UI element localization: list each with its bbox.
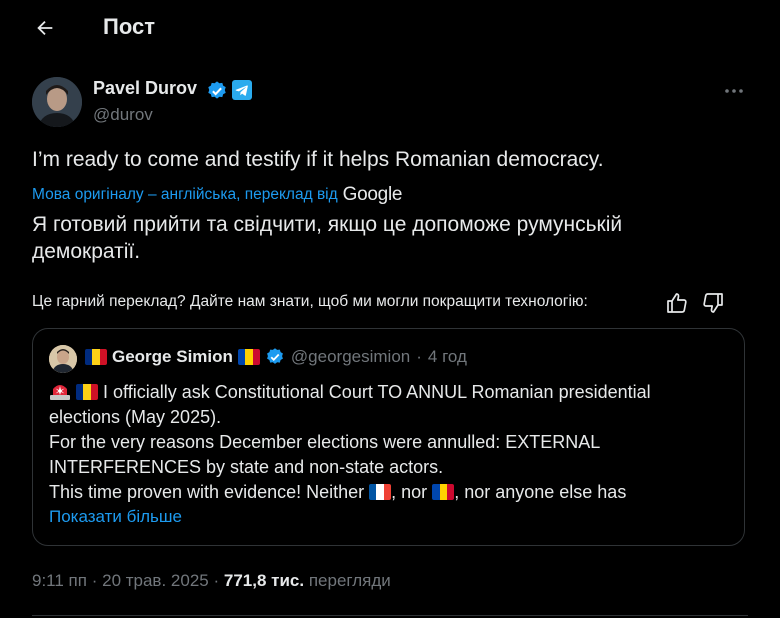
separator: · — [91, 571, 98, 590]
thumb-down-icon[interactable] — [701, 291, 725, 315]
telegram-icon[interactable] — [232, 80, 252, 100]
moldova-flag-icon — [237, 349, 260, 365]
more-button[interactable] — [720, 81, 748, 101]
page-title: Пост — [103, 14, 155, 39]
top-bar: Пост — [0, 0, 780, 56]
quote-line: INTERFERENCES by state and non-state act… — [49, 457, 444, 477]
quote-author-handle[interactable]: @georgesimion — [291, 347, 410, 367]
thumb-up-icon[interactable] — [665, 291, 689, 315]
post-date[interactable]: 20 трав. 2025 — [102, 571, 209, 590]
quote-author-name[interactable]: George Simion — [112, 347, 233, 367]
translation-note[interactable]: Мова оригіналу – англійська, переклад ві… — [32, 184, 402, 206]
quoted-post[interactable]: George Simion @georgesimion · 4 год I of… — [32, 328, 745, 546]
post-time[interactable]: 9:11 пп — [32, 571, 87, 590]
post-meta: 9:11 пп · 20 трав. 2025 · 771,8 тис. пер… — [32, 571, 391, 591]
quote-line: I officially ask Constitutional Court TO… — [49, 380, 729, 405]
quote-line: elections (May 2025). — [49, 407, 222, 427]
romania-flag-icon — [76, 384, 98, 400]
quote-line-text: This time proven with evidence! Neither — [49, 482, 365, 502]
quote-line: This time proven with evidence! Neither … — [49, 480, 729, 505]
romania-flag-icon — [85, 349, 107, 365]
moldova-flag-icon — [432, 484, 455, 500]
tweet-author: Pavel Durov @durov — [32, 77, 748, 127]
siren-icon — [50, 385, 70, 400]
quote-line: For the very reasons December elections … — [49, 432, 601, 452]
views-label: перегляди — [308, 571, 391, 590]
verified-badge-icon — [267, 348, 283, 364]
translated-text: Я готовий прийти та свідчити, якщо це до… — [32, 213, 623, 263]
divider — [32, 615, 748, 616]
more-icon — [725, 89, 743, 93]
quote-header: George Simion @georgesimion · 4 год — [85, 347, 467, 367]
quote-text: I officially ask Constitutional Court TO… — [49, 380, 729, 505]
quote-time[interactable]: 4 год — [428, 347, 467, 367]
separator: · — [213, 571, 220, 590]
author-handle[interactable]: @durov — [93, 105, 153, 125]
tweet-text: I’m ready to come and testify if it help… — [32, 148, 604, 171]
translation-note-text[interactable]: Мова оригіналу – англійська, переклад ві… — [32, 186, 338, 204]
google-logo: Google — [342, 184, 403, 205]
quote-line-text: , nor — [391, 482, 428, 502]
quote-line-text: I officially ask Constitutional Court TO… — [103, 382, 651, 402]
views-count: 771,8 тис. — [223, 571, 305, 590]
show-more-link[interactable]: Показати більше — [49, 507, 182, 527]
back-button[interactable] — [27, 12, 63, 44]
translation-feedback: Це гарний переклад? Дайте нам знати, щоб… — [32, 291, 732, 315]
quote-line-text: , nor anyone else has — [454, 482, 627, 502]
author-name[interactable]: Pavel Durov — [93, 78, 197, 99]
quote-avatar[interactable] — [49, 345, 77, 373]
france-flag-icon — [369, 484, 392, 500]
feedback-prompt: Це гарний переклад? Дайте нам знати, щоб… — [32, 293, 588, 310]
avatar[interactable] — [32, 77, 82, 127]
separator: · — [416, 347, 422, 366]
back-arrow-icon — [37, 20, 53, 36]
verified-badge-icon — [208, 81, 226, 99]
